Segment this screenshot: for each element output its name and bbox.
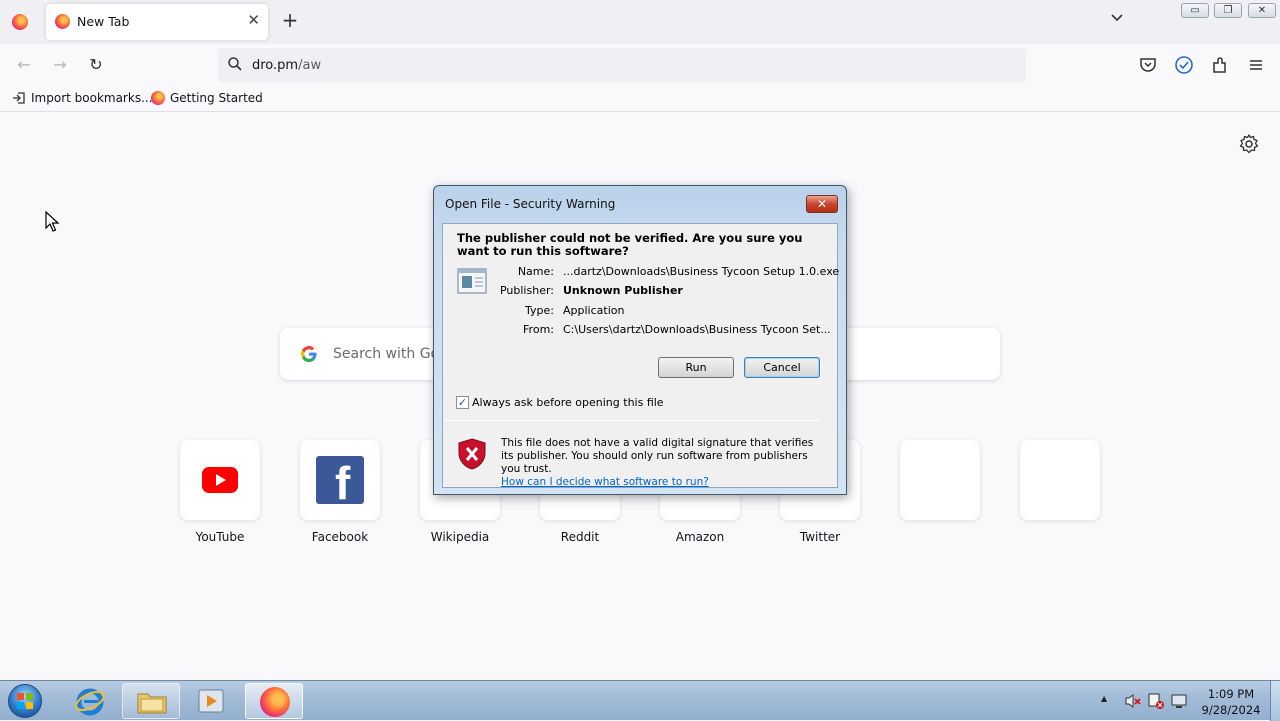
firefox-icon: [260, 687, 290, 717]
windows-logo-icon: [17, 693, 33, 709]
shortcut-empty-1[interactable]: [900, 440, 980, 520]
tab-close-icon[interactable]: ✕: [247, 11, 260, 29]
tab-favicon-icon: [55, 14, 70, 29]
clock[interactable]: 1:09 PM 9/28/2024: [1196, 686, 1266, 718]
from-value: C:\Users\dartz\Downloads\Business Tycoon…: [563, 323, 831, 336]
facebook-icon: f: [316, 456, 364, 504]
windows-taskbar: ▲ 1:09 PM 9/28/2024: [0, 680, 1280, 721]
clock-time: 1:09 PM: [1207, 687, 1255, 701]
url-text[interactable]: dro.pm/aw: [252, 58, 321, 73]
shortcut-label: Wikipedia: [430, 530, 490, 544]
youtube-icon: [202, 467, 238, 493]
google-icon: [301, 346, 317, 362]
window-close-button[interactable]: ✕: [1248, 3, 1276, 18]
start-button[interactable]: [8, 684, 42, 718]
reload-button[interactable]: ↻: [84, 53, 108, 77]
taskbar-media-player[interactable]: [183, 683, 241, 719]
tab-title: New Tab: [77, 14, 130, 29]
warning-text: This file does not have a valid digital …: [501, 437, 821, 489]
restore-button[interactable]: ❐: [1214, 3, 1242, 18]
forward-button[interactable]: →: [48, 53, 72, 77]
bookmarks-toolbar: Import bookmarks... Getting Started: [0, 86, 1280, 112]
dialog-separator: [444, 420, 820, 421]
type-label: Type:: [525, 304, 554, 317]
url-bar[interactable]: dro.pm/aw: [218, 48, 1026, 82]
gear-icon[interactable]: [1238, 133, 1260, 155]
show-desktop-button[interactable]: [1270, 681, 1280, 721]
warning-message: This file does not have a valid digital …: [501, 437, 814, 475]
tray-expand-icon[interactable]: ▲: [1101, 694, 1107, 703]
import-icon: [13, 92, 25, 104]
action-center-icon[interactable]: [1147, 692, 1165, 710]
menu-icon[interactable]: [1246, 55, 1266, 75]
minimize-button[interactable]: ▭: [1181, 3, 1209, 18]
taskbar-file-explorer[interactable]: [122, 683, 180, 719]
help-link[interactable]: How can I decide what software to run?: [501, 476, 709, 488]
navigation-toolbar: ← → ↻ dro.pm/aw: [0, 44, 1280, 86]
dialog-close-button[interactable]: ✕: [806, 195, 838, 213]
tab-strip: New Tab ✕ + ▭ ❐ ✕: [0, 0, 1280, 44]
name-label: Name:: [517, 265, 554, 278]
new-tab-button[interactable]: +: [280, 10, 300, 30]
shortcut-facebook[interactable]: f: [300, 440, 380, 520]
bookmark-label: Getting Started: [170, 91, 263, 105]
tab-list-chevron-icon[interactable]: [1110, 12, 1124, 26]
firefox-icon: [151, 91, 165, 105]
name-value: ...dartz\Downloads\Business Tycoon Setup…: [563, 265, 840, 278]
media-player-icon: [198, 689, 224, 713]
extensions-icon[interactable]: [1210, 55, 1230, 75]
taskbar-firefox[interactable]: [245, 683, 303, 719]
clock-date: 9/28/2024: [1201, 703, 1261, 717]
account-check-icon[interactable]: [1174, 55, 1194, 75]
tab-new-tab[interactable]: New Tab ✕: [46, 4, 268, 40]
shortcut-label: Twitter: [799, 530, 841, 544]
from-label: From:: [523, 323, 554, 336]
shield-warning-icon: [458, 438, 486, 470]
internet-explorer-icon: [75, 688, 105, 716]
bookmark-getting-started[interactable]: Getting Started: [151, 91, 263, 105]
dialog-title: Open File - Security Warning: [445, 197, 616, 211]
shortcut-label: YouTube: [195, 530, 245, 544]
search-placeholder: Search with Go: [333, 346, 440, 362]
publisher-value: Unknown Publisher: [563, 284, 683, 297]
bookmark-label: Import bookmarks...: [31, 91, 153, 105]
url-domain: dro.pm: [252, 58, 299, 73]
shortcut-label: Reddit: [560, 530, 600, 544]
url-path: /aw: [298, 58, 322, 73]
shortcut-label: Facebook: [311, 530, 369, 544]
shortcut-empty-2[interactable]: [1020, 440, 1100, 520]
pocket-icon[interactable]: [1138, 55, 1158, 75]
back-button[interactable]: ←: [12, 53, 36, 77]
taskbar-internet-explorer[interactable]: [61, 683, 119, 719]
dialog-fields: Name: ...dartz\Downloads\Business Tycoon…: [442, 222, 840, 489]
always-ask-label[interactable]: Always ask before opening this file: [472, 396, 664, 409]
search-icon: [228, 57, 242, 71]
mouse-cursor-icon: [45, 211, 60, 232]
always-ask-checkbox[interactable]: ✓: [456, 396, 469, 409]
volume-muted-icon[interactable]: [1124, 692, 1142, 710]
firefox-view-icon[interactable]: [12, 14, 28, 30]
type-value: Application: [563, 304, 625, 317]
shortcut-label: Amazon: [675, 530, 725, 544]
shortcut-youtube[interactable]: [180, 440, 260, 520]
folder-icon: [137, 693, 167, 714]
publisher-label: Publisher:: [499, 284, 554, 297]
network-icon[interactable]: [1170, 692, 1188, 710]
bookmark-import[interactable]: Import bookmarks...: [12, 91, 153, 105]
